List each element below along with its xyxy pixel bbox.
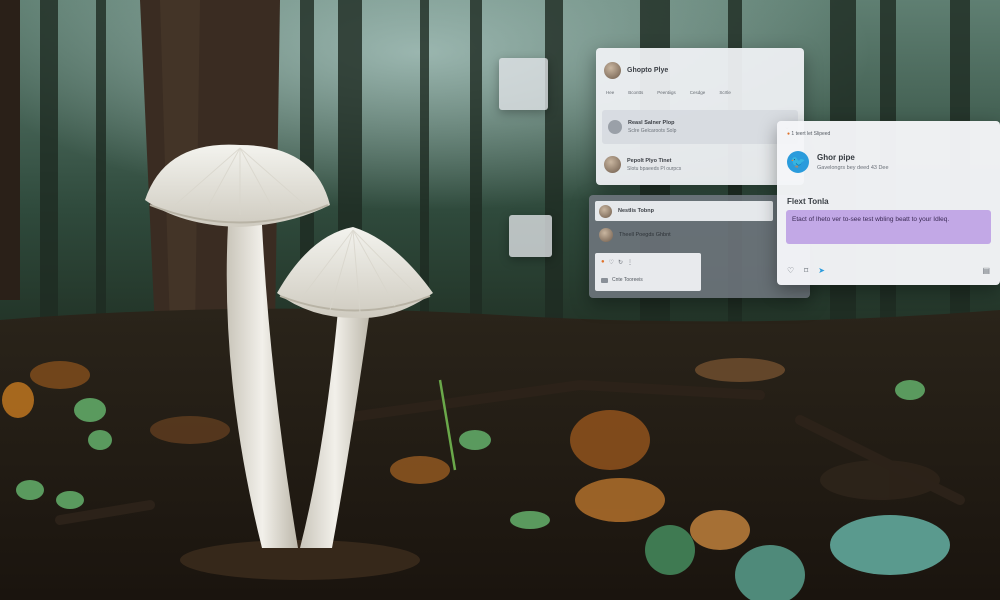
list-item[interactable]: Pepolt Plyo Tinet Slotu bpaeeds Pl ourpc…	[604, 156, 681, 173]
heart-icon[interactable]: ♡	[787, 266, 794, 275]
post-actions: ♡ ⌑ ➤ ▤	[787, 266, 990, 275]
list-item[interactable]: Theell Poegds Ghbnt	[599, 228, 671, 242]
list-item[interactable]: Nestlis Tobnp	[595, 201, 773, 221]
list-item-title: Reasl Salner Plop	[628, 120, 675, 126]
post-meta-text: 1 teert let Slipeed	[791, 131, 831, 137]
author-name: Ghor pipe	[817, 153, 855, 162]
alert-icon: ●	[787, 131, 791, 137]
refresh-icon[interactable]: ↻	[618, 259, 623, 266]
list-item-subtitle: Sclre Gelcaroots Solp	[628, 128, 677, 134]
forest-scene: Ghopto Plye Hee Bcontts Peentiigs Cesdge…	[0, 0, 1000, 600]
avatar	[604, 62, 621, 79]
tab-item[interactable]: Peentiigs	[657, 90, 676, 95]
alert-icon: ●	[601, 259, 605, 265]
bookmark-icon[interactable]: ⌑	[804, 266, 808, 275]
more-icon[interactable]: ▤	[982, 266, 990, 275]
tab-item[interactable]: Cesdge	[690, 90, 706, 95]
floating-tile[interactable]	[499, 58, 548, 110]
panel-title: Ghopto Plye	[627, 67, 669, 74]
list-item-title: Theell Poegds Ghbnt	[619, 232, 671, 238]
tab-item[interactable]: Scrtle	[719, 90, 731, 95]
list-item-title: Nestlis Tobnp	[618, 208, 654, 214]
avatar	[599, 204, 612, 218]
floating-post-panel[interactable]: ● 1 teert let Slipeed 🐦 Ghor pipe Gavelo…	[777, 121, 1000, 285]
notification-card[interactable]: ● ♡ ↻ ⋮ Cnte Tooreeis	[595, 253, 701, 291]
floating-tile[interactable]	[509, 215, 552, 257]
post-meta: ● 1 teert let Slipeed	[787, 131, 830, 137]
card-icons: ● ♡ ↻ ⋮	[601, 259, 633, 266]
panel-header: Ghopto Plye	[604, 62, 668, 79]
tab-item[interactable]: Hee	[606, 90, 614, 95]
panel-tabs: Hee Bcontts Peentiigs Cesdge Scrtle	[606, 90, 731, 95]
list-item[interactable]: Reasl Salner Plop Sclre Gelcaroots Solp …	[602, 110, 798, 144]
card-text: Cnte Tooreeis	[612, 277, 643, 283]
avatar	[604, 156, 621, 173]
mail-icon	[601, 277, 608, 283]
share-icon[interactable]: ➤	[818, 266, 825, 275]
section-title: Flext Tonla	[787, 197, 829, 206]
floating-profile-panel[interactable]: Ghopto Plye Hee Bcontts Peentiigs Cesdge…	[596, 48, 804, 185]
heart-icon[interactable]: ♡	[609, 259, 614, 266]
bird-icon: 🐦	[787, 151, 809, 173]
list-item-subtitle: Slotu bpaeeds Pl ourpcs	[627, 165, 682, 172]
avatar	[599, 228, 613, 242]
author-subtitle: Gavelongrs bey deed 43 Dee	[817, 165, 889, 171]
highlighted-text-block[interactable]: Etact of Iheto ver to-see test wbling be…	[786, 210, 991, 244]
more-icon[interactable]: ⋮	[627, 259, 633, 266]
list-icon	[608, 120, 622, 134]
list-item-title: Pepolt Plyo Tinet	[627, 157, 672, 164]
post-author[interactable]: 🐦 Ghor pipe Gavelongrs bey deed 43 Dee	[787, 151, 889, 173]
tab-item[interactable]: Bcontts	[628, 90, 643, 95]
